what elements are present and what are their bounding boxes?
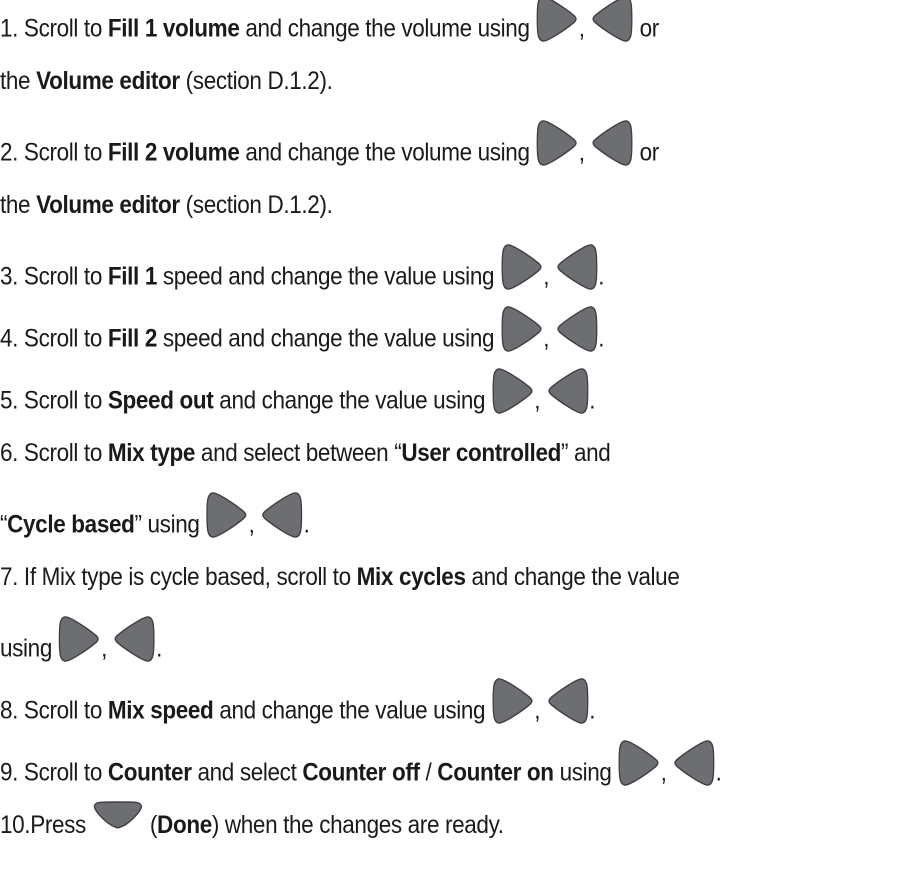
line-text: . [589,696,596,725]
line-text: the [0,67,37,95]
line-text: or [633,14,660,43]
line-text: 7. If Mix type is cycle based, scroll to [0,563,357,591]
line-text: 4. Scroll to [0,324,108,353]
instruction-line: 3. Scroll to Fill 1 speed and change the… [0,244,605,291]
right-arrow-icon [536,0,579,59]
bold-term: Cycle based [7,510,135,539]
line-text: 8. Scroll to [0,696,108,725]
left-arrow-icon [590,117,633,183]
instruction-line: 5. Scroll to Speed out and change the va… [0,368,596,415]
line-text: , [101,634,113,663]
left-arrow-icon [555,303,598,369]
line-text: ( [144,811,158,839]
instruction-page: 1. Scroll to Fill 1 volume and change th… [0,0,908,874]
line-text: , [248,510,261,539]
instruction-line: 7. If Mix type is cycle based, scroll to… [0,555,680,599]
instruction-line: “Cycle based” using , . [0,492,310,539]
line-text: ) when the changes are ready. [211,811,504,839]
line-text: speed and change the value using [156,262,501,291]
bold-term: Counter [107,758,192,787]
right-arrow-icon [536,117,579,183]
line-text: . [715,758,722,787]
line-text: , [543,324,556,353]
bold-term: Counter off [302,758,420,787]
bold-term: Mix speed [107,696,214,725]
instruction-line: 6. Scroll to Mix type and select between… [0,431,611,475]
bold-term: User controlled [401,439,561,467]
line-text: speed and change the value using [156,324,501,353]
line-text: , [660,758,673,787]
down-arrow-icon [92,800,144,844]
bold-term: Mix cycles [356,563,466,591]
line-text: , [534,386,547,415]
line-text: and change the value [465,563,680,591]
line-text: . [598,262,605,291]
line-text: 10.Press [0,811,92,839]
bold-term: Done [157,811,212,839]
right-arrow-icon [500,241,543,307]
line-text: 2. Scroll to [0,138,108,167]
line-text: and change the volume using [239,138,536,167]
right-arrow-icon [205,489,248,555]
line-text: and change the volume using [239,14,536,43]
bold-term: Mix type [107,439,196,467]
line-text: (section D.1.2). [179,191,333,219]
line-text: 5. Scroll to [0,386,108,415]
instruction-line: 2. Scroll to Fill 2 volume and change th… [0,120,660,167]
line-text: and select [191,758,303,787]
right-arrow-icon [58,613,101,679]
right-arrow-icon [500,303,543,369]
line-text: , [534,696,547,725]
line-text: . [156,634,162,663]
right-arrow-icon [617,737,660,803]
bold-term: Fill 1 [107,262,157,291]
instruction-line: 4. Scroll to Fill 2 speed and change the… [0,306,605,353]
line-text: , [578,138,591,167]
line-text: the [0,191,37,219]
instruction-line: using , . [0,616,162,663]
line-text: using [553,758,618,787]
left-arrow-icon [546,365,589,431]
line-text: . [598,324,605,353]
left-arrow-icon [672,737,715,803]
bold-term: Fill 2 [107,324,157,353]
left-arrow-icon [546,675,589,741]
line-text: . [303,510,310,539]
line-text: ” using [134,510,206,539]
line-text: 1. Scroll to [0,14,108,43]
line-text: / [419,758,438,787]
line-text: . [589,386,596,415]
left-arrow-icon [113,613,156,679]
line-text: 6. Scroll to [0,439,108,467]
line-text: , [578,14,591,43]
bold-term: Volume editor [36,67,180,95]
left-arrow-icon [260,489,303,555]
instruction-line: 9. Scroll to Counter and select Counter … [0,740,722,787]
line-text: “ [0,510,8,539]
bold-term: Fill 2 volume [107,138,240,167]
instruction-line: 8. Scroll to Mix speed and change the va… [0,678,596,725]
right-arrow-icon [491,365,534,431]
line-text: or [633,138,660,167]
bold-term: Volume editor [36,191,180,219]
instruction-line: the Volume editor (section D.1.2). [0,183,333,227]
bold-term: Speed out [107,386,214,415]
line-text: ” and [560,439,611,467]
left-arrow-icon [590,0,633,59]
instruction-line: the Volume editor (section D.1.2). [0,59,333,103]
right-arrow-icon [491,675,534,741]
instruction-line: 10.Press (Done) when the changes are rea… [0,800,504,847]
line-text: , [543,262,556,291]
bold-term: Counter on [437,758,554,787]
line-text: and change the value using [213,386,492,415]
line-text: 3. Scroll to [0,262,108,291]
line-text: (section D.1.2). [179,67,333,95]
instruction-line: 1. Scroll to Fill 1 volume and change th… [0,0,660,43]
line-text: using [0,634,58,663]
line-text: and select between “ [195,439,402,467]
bold-term: Fill 1 volume [107,14,240,43]
line-text: 9. Scroll to [0,758,108,787]
line-text: and change the value using [213,696,492,725]
left-arrow-icon [555,241,598,307]
